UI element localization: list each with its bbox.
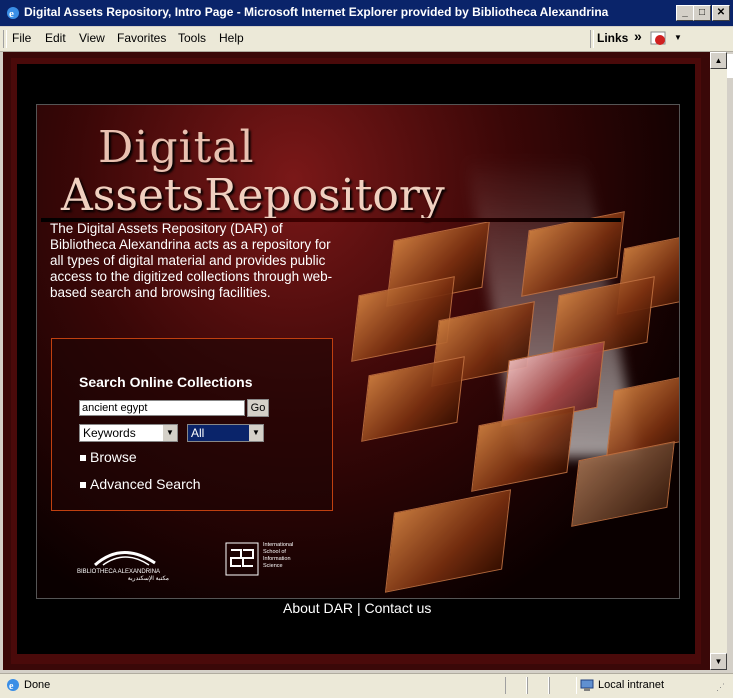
toolbar-grip: [3, 30, 7, 48]
status-bar: e Done Local intranet ⋰: [0, 673, 733, 698]
search-field-select[interactable]: Keywords ▼: [79, 424, 178, 442]
status-panel: [527, 677, 549, 694]
menu-favorites[interactable]: Favorites: [117, 31, 166, 45]
advanced-search-link[interactable]: Advanced Search: [90, 476, 201, 492]
search-field-value: Keywords: [83, 426, 136, 440]
search-input[interactable]: ancient egypt: [79, 400, 245, 416]
ie-icon: e: [5, 5, 21, 21]
isis-logo-text: International School of Information Scie…: [263, 542, 294, 569]
footer-links: About DAR | Contact us: [283, 600, 431, 616]
tile-image: [471, 406, 575, 492]
minimize-button[interactable]: _: [676, 5, 694, 21]
status-panel: [549, 677, 577, 694]
chevron-down-icon: ▼: [249, 425, 263, 441]
messenger-icon[interactable]: [650, 30, 668, 48]
menu-tools[interactable]: Tools: [178, 31, 206, 45]
search-scope-select[interactable]: All ▼: [187, 424, 264, 442]
about-dar-link[interactable]: About DAR: [283, 600, 353, 616]
menu-file[interactable]: File: [12, 31, 31, 45]
intro-description: The Digital Assets Repository (DAR) of B…: [50, 221, 333, 300]
tile-image: [384, 489, 512, 593]
isis-logo[interactable]: International School of Information Scie…: [225, 542, 307, 580]
search-scope-value: All: [188, 425, 249, 441]
links-label[interactable]: Links: [597, 31, 628, 45]
page-icon: e: [5, 677, 21, 693]
chevron-down-icon: ▼: [163, 425, 177, 441]
tile-image: [361, 356, 465, 442]
contact-us-link[interactable]: Contact us: [364, 600, 431, 616]
dropdown-arrow-icon[interactable]: ▼: [674, 33, 682, 42]
close-button[interactable]: ✕: [712, 5, 730, 21]
search-title: Search Online Collections: [79, 374, 253, 390]
window-title: Digital Assets Repository, Intro Page - …: [24, 5, 609, 19]
scroll-down-button[interactable]: ▼: [710, 653, 727, 670]
title-bar[interactable]: e Digital Assets Repository, Intro Page …: [0, 0, 733, 26]
menu-bar: File Edit View Favorites Tools Help Link…: [0, 27, 733, 78]
toolbar-separator: [590, 30, 594, 48]
logo-digital: Digital: [98, 122, 255, 173]
links-chevron-icon[interactable]: »: [634, 28, 642, 44]
vertical-scrollbar[interactable]: ▲ ▼: [710, 52, 727, 670]
svg-text:e: e: [9, 681, 14, 692]
browser-viewport: Digital AssetsRepository The Digital Ass…: [3, 52, 710, 670]
svg-text:e: e: [9, 8, 14, 20]
logo-assets-repository: AssetsRepository: [61, 170, 445, 221]
security-zone: Local intranet: [598, 679, 665, 691]
menu-help[interactable]: Help: [219, 31, 244, 45]
bullet-icon: [80, 455, 86, 461]
status-text: Done: [24, 679, 51, 691]
maximize-button[interactable]: □: [693, 5, 711, 21]
scroll-up-button[interactable]: ▲: [710, 52, 727, 69]
menu-view[interactable]: View: [79, 31, 105, 45]
footer-separator: |: [356, 600, 361, 616]
menu-edit[interactable]: Edit: [45, 31, 66, 45]
go-button[interactable]: Go: [247, 399, 269, 417]
bib-logo-arabic: مكتبة الإسكندرية: [127, 576, 169, 582]
bibliotheca-alexandrina-logo[interactable]: BIBLIOTHECA ALEXANDRINA مكتبة الإسكندرية: [77, 545, 169, 582]
status-panel: [505, 677, 527, 694]
browse-link[interactable]: Browse: [90, 449, 137, 465]
intranet-icon: [579, 677, 595, 693]
bullet-icon: [80, 482, 86, 488]
resize-grip-icon[interactable]: ⋰: [716, 682, 725, 693]
